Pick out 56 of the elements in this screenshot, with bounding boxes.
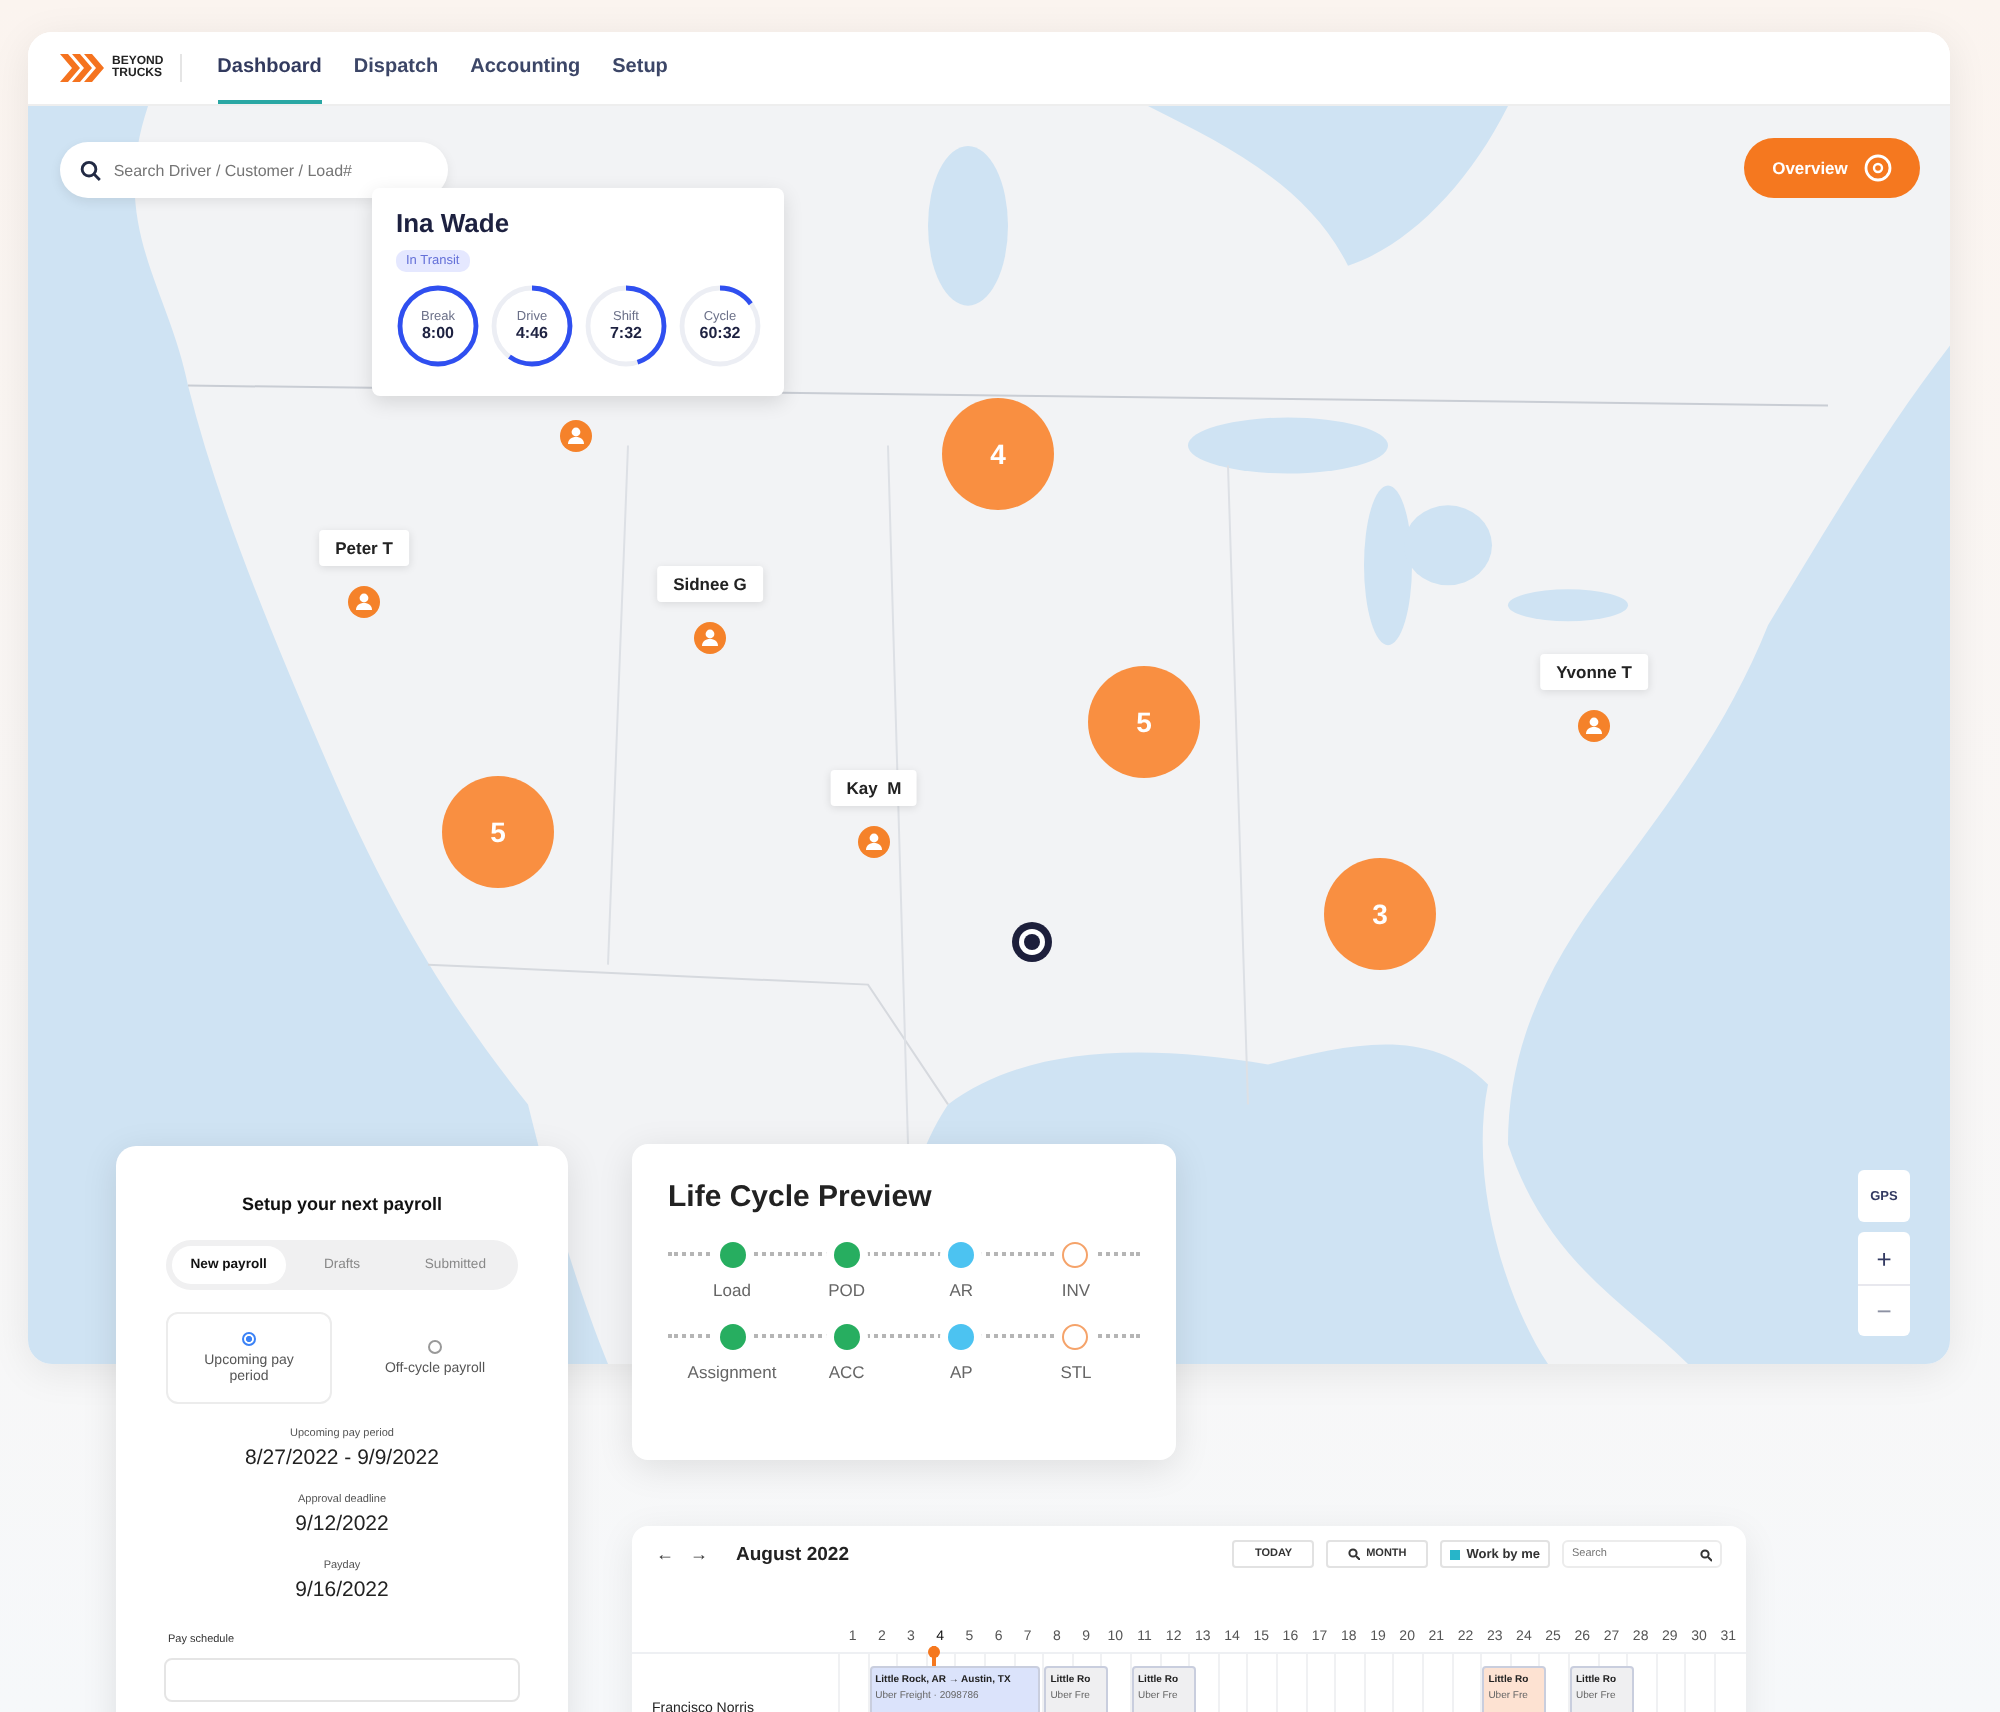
legend-square-icon xyxy=(1450,1549,1461,1559)
target-icon xyxy=(1863,154,1892,182)
stage-label: AP xyxy=(949,1362,973,1382)
driver-pin-icon[interactable] xyxy=(348,586,380,618)
timer-value: 60:32 xyxy=(699,324,741,342)
panel-title: Life Cycle Preview xyxy=(668,1180,934,1214)
search-field[interactable]: Search Driver / Customer / Load# xyxy=(60,142,448,198)
arrow-button[interactable]: → xyxy=(690,1544,708,1564)
driver-pin-icon[interactable] xyxy=(858,826,890,858)
schedule-field[interactable] xyxy=(164,1658,520,1702)
month-title: August 2022 xyxy=(736,1543,849,1565)
field-value: 9/16/2022 xyxy=(295,1578,389,1602)
timer-value: 7:32 xyxy=(609,324,642,342)
stage-dot xyxy=(719,1324,745,1350)
timer-ring xyxy=(396,284,480,368)
search-icon xyxy=(1348,1548,1361,1560)
driver-pin-icon[interactable] xyxy=(1578,710,1610,742)
stage-label: AR xyxy=(949,1280,974,1300)
radio-button[interactable] xyxy=(428,1339,442,1353)
driver-pin-icon[interactable] xyxy=(694,622,726,654)
panel-title: Setup your next payroll xyxy=(241,1194,443,1214)
stage-label: ACC xyxy=(828,1362,865,1382)
chevrons-logo-icon xyxy=(60,54,104,82)
timer-ring xyxy=(678,284,762,368)
field-value: 8/27/2022 - 9/9/2022 xyxy=(245,1446,439,1470)
stage-dot xyxy=(719,1242,745,1268)
stage-label: INV xyxy=(1061,1280,1091,1300)
search-icon xyxy=(1700,1547,1712,1561)
stage-label: Assignment xyxy=(687,1362,777,1382)
field-value: 9/12/2022 xyxy=(295,1512,389,1536)
timer-value: 4:46 xyxy=(515,324,548,342)
stage-dot xyxy=(833,1324,860,1350)
stage-dot xyxy=(833,1242,860,1268)
radio-button[interactable] xyxy=(242,1331,256,1345)
driver-label: Kay M xyxy=(830,770,918,806)
driver-pin-icon[interactable] xyxy=(560,420,592,452)
timer-ring xyxy=(490,284,574,368)
stage-dot xyxy=(948,1242,975,1268)
nav-tab[interactable]: Setup xyxy=(612,32,668,104)
timer-ring xyxy=(584,284,668,368)
driver-label: Peter T xyxy=(319,530,409,566)
nav-tab[interactable]: Accounting xyxy=(470,32,581,104)
driver-label: Yvonne T xyxy=(1540,654,1648,690)
nav-tab[interactable]: Dispatch xyxy=(353,32,439,104)
stage-label: POD xyxy=(828,1280,866,1300)
stage-label: Load xyxy=(713,1280,751,1300)
stage-dot xyxy=(948,1324,975,1350)
driver-name: Ina Wade xyxy=(396,208,512,238)
search-icon xyxy=(80,159,102,181)
location-marker-icon xyxy=(1010,920,1054,964)
search-input[interactable]: Search Driver / Customer / Load# xyxy=(113,161,428,179)
stage-label: STL xyxy=(1060,1362,1092,1382)
driver-label: Sidnee G xyxy=(657,566,763,602)
timer-value: 8:00 xyxy=(421,324,454,342)
arrow-button[interactable]: ← xyxy=(656,1544,674,1564)
zoom-button[interactable]: + xyxy=(1858,1232,1910,1284)
